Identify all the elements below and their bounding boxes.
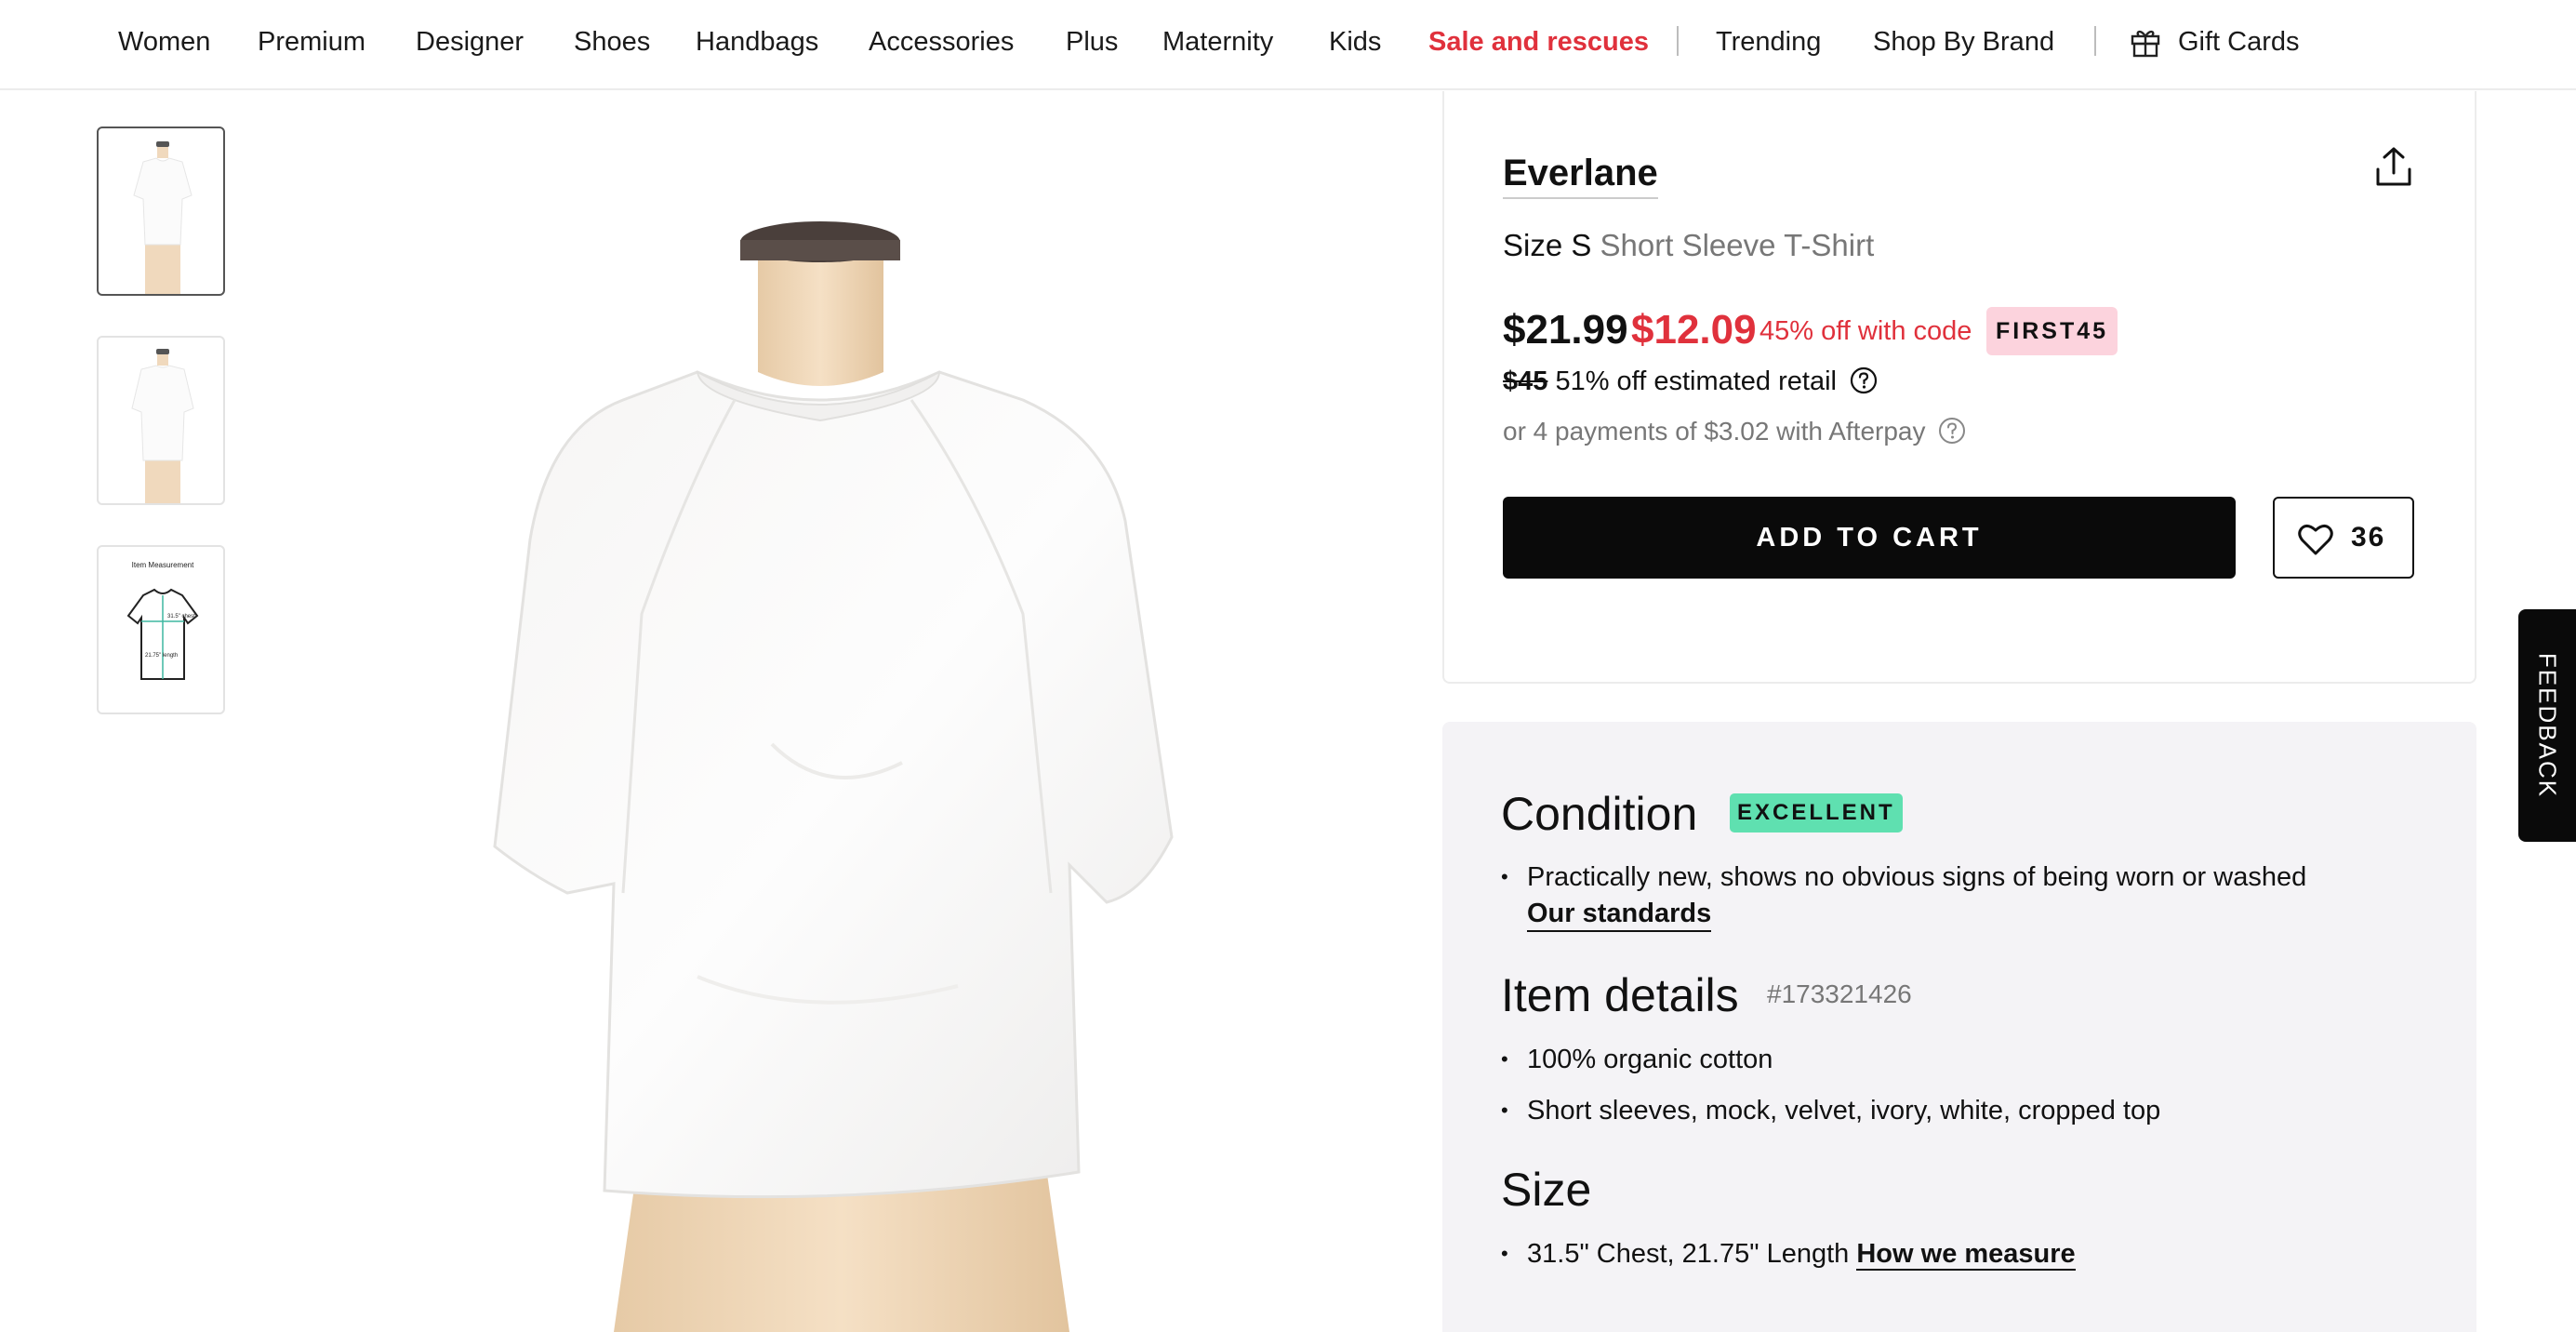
condition-description: Practically new, shows no obvious signs … (1527, 862, 2307, 892)
retail-price: $45 (1503, 366, 1548, 396)
brand-link[interactable]: Everlane (1503, 151, 1658, 199)
retail-row: $45 51% off estimated retail (1503, 365, 1878, 398)
detail-bullet-text: 100% organic cotton (1527, 1045, 1773, 1074)
feedback-label: FEEDBACK (2533, 652, 2562, 799)
item-details-title: Item details (1501, 969, 1739, 1021)
size-bullet-text: 31.5" Chest, 21.75" Length How we measur… (1527, 1237, 2076, 1271)
nav-item-women[interactable]: Women (118, 25, 210, 59)
favorite-button[interactable]: 36 (2273, 497, 2414, 579)
condition-title: Condition (1501, 788, 1698, 840)
nav-item-designer[interactable]: Designer (416, 25, 524, 59)
item-id: #173321426 (1767, 979, 1912, 1008)
retail-discount-text: 51% off estimated retail (1555, 366, 1837, 396)
measurement-title: Item Measurement (132, 561, 194, 569)
size-and-type: Size S Short Sleeve T-Shirt (1503, 227, 1874, 264)
nav-item-shoes[interactable]: Shoes (574, 25, 650, 59)
nav-item-gift-cards[interactable]: Gift Cards (2178, 25, 2300, 59)
afterpay-text: or 4 payments of $3.02 with Afterpay (1503, 417, 1926, 446)
measurement-chest: 31.5" chest (167, 614, 195, 619)
nav-divider (1677, 26, 1679, 56)
nav-divider (2094, 26, 2096, 56)
thumbnail-front-image (133, 141, 193, 294)
our-standards-link[interactable]: Our standards (1527, 897, 1712, 932)
promo-text: 45% off with code (1759, 316, 1972, 346)
nav-item-accessories[interactable]: Accessories (869, 25, 1014, 59)
main-product-image[interactable] (251, 93, 1395, 1332)
product-type: Short Sleeve T-Shirt (1600, 228, 1875, 262)
thumbnail-back-image (131, 349, 194, 503)
measurement-length: 21.75" length (145, 653, 178, 659)
price: $21.99 (1503, 307, 1628, 353)
nav-item-shop-by-brand[interactable]: Shop By Brand (1873, 25, 2054, 59)
top-navigation: Women Premium Designer Shoes Handbags Ac… (0, 0, 2576, 90)
size-measurements: 31.5" Chest, 21.75" Length (1527, 1239, 1850, 1269)
size-label: Size S (1503, 228, 1592, 262)
tshirt-photo (493, 221, 1174, 1332)
feedback-tab[interactable]: FEEDBACK (2518, 609, 2576, 842)
help-icon[interactable] (1850, 366, 1878, 394)
thumbnail-measurement-image: Item Measurement 31.5" chest 21.75" leng… (126, 561, 199, 680)
detail-bullet-text: Short sleeves, mock, velvet, ivory, whit… (1527, 1096, 2161, 1126)
nav-item-sale[interactable]: Sale and rescues (1428, 25, 1649, 59)
nav-item-maternity[interactable]: Maternity (1162, 25, 1273, 59)
nav-item-trending[interactable]: Trending (1716, 25, 1821, 59)
gift-icon[interactable] (2130, 26, 2161, 58)
add-to-cart-button[interactable]: ADD TO CART (1503, 497, 2236, 579)
afterpay-row: or 4 payments of $3.02 with Afterpay (1503, 415, 1966, 448)
nav-item-plus[interactable]: Plus (1066, 25, 1118, 59)
condition-badge: EXCELLENT (1730, 793, 1903, 832)
sale-price: $12.09 (1631, 307, 1757, 353)
nav-item-handbags[interactable]: Handbags (696, 25, 818, 59)
size-title: Size (1501, 1164, 1592, 1216)
thumbnail-back[interactable] (97, 336, 225, 505)
afterpay-help-icon[interactable] (1938, 417, 1966, 445)
thumbnail-front[interactable] (97, 127, 225, 296)
nav-item-premium[interactable]: Premium (258, 25, 365, 59)
nav-item-kids[interactable]: Kids (1329, 25, 1381, 59)
promo-code-badge: FIRST45 (1986, 307, 2118, 355)
share-icon[interactable] (2373, 145, 2414, 190)
how-we-measure-link[interactable]: How we measure (1856, 1239, 2076, 1271)
favorite-count: 36 (2351, 522, 2386, 553)
thumbnail-measurement[interactable]: Item Measurement 31.5" chest 21.75" leng… (97, 545, 225, 714)
heart-icon (2298, 524, 2333, 555)
